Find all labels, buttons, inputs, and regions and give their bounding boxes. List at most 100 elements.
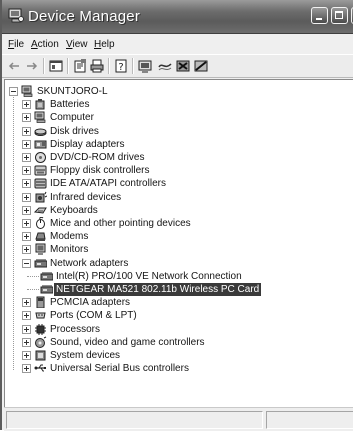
expand-toggle[interactable] — [22, 179, 31, 189]
expand-toggle[interactable] — [22, 192, 31, 202]
monitor-icon — [34, 243, 47, 256]
maximize-button[interactable] — [331, 7, 348, 24]
collapse-toggle[interactable] — [9, 87, 18, 96]
tree-item-label: Universal Serial Bus controllers — [50, 363, 189, 375]
svg-text:?: ? — [118, 62, 123, 73]
back-arrow-icon[interactable] — [6, 58, 22, 74]
expand-toggle[interactable] — [22, 166, 31, 176]
device-tree[interactable]: SKUNTJORO-L Batteries Computer Disk drives D… — [5, 80, 353, 407]
expand-toggle[interactable] — [22, 324, 31, 334]
tree-item-label: Monitors — [50, 244, 89, 256]
device-manager-app-icon — [8, 8, 24, 23]
minimize-button[interactable] — [311, 7, 328, 24]
expand-toggle[interactable] — [22, 153, 31, 162]
device-tree-pane[interactable]: SKUNTJORO-L Batteries Computer Disk drives D… — [4, 79, 353, 407]
disk-drive-icon — [34, 125, 47, 137]
forward-arrow-icon[interactable] — [24, 58, 40, 74]
tree-item-pcmcia-adapters[interactable]: PCMCIA adapters — [5, 296, 353, 309]
tree-item-intel-r-pro-100-ve-network-connection[interactable]: Intel(R) PRO/100 VE Network Connection — [5, 270, 353, 283]
expand-toggle[interactable] — [22, 139, 31, 149]
menu-file-label: ile — [14, 39, 25, 50]
device-manager-window: Device Manager File Action View Help ? S… — [0, 0, 353, 431]
tree-item-label: Floppy disk controllers — [50, 165, 150, 177]
tree-connector-line — [27, 289, 39, 290]
toolbar-separator — [67, 58, 69, 74]
sound-icon — [34, 336, 47, 348]
toolbar: ? — [2, 54, 353, 78]
tree-item-infrared-devices[interactable]: Infrared devices — [5, 191, 353, 204]
expand-toggle[interactable] — [22, 245, 31, 255]
expand-toggle[interactable] — [22, 126, 31, 136]
menu-action[interactable]: Action — [31, 39, 59, 50]
tree-item-label: Batteries — [50, 99, 90, 111]
tree-item-label: IDE ATA/ATAPI controllers — [50, 178, 166, 190]
expand-toggle[interactable] — [22, 337, 31, 347]
tree-item-label: Disk drives — [50, 125, 99, 137]
processor-icon — [34, 323, 47, 335]
tree-root-skuntjoro-l[interactable]: SKUNTJORO-L — [5, 85, 353, 98]
battery-icon — [34, 98, 47, 110]
menu-file[interactable]: File — [8, 39, 24, 50]
tree-connector-line — [27, 275, 39, 277]
menu-view[interactable]: View — [66, 39, 88, 50]
tree-item-mice-and-other-pointing-devices[interactable]: Mice and other pointing devices — [5, 216, 353, 230]
tree-item-ide-ata-atapi-controllers[interactable]: IDE ATA/ATAPI controllers — [5, 177, 353, 190]
expand-toggle[interactable] — [22, 219, 31, 228]
tree-item-label: Display adapters — [50, 138, 125, 150]
expand-toggle[interactable] — [22, 100, 31, 110]
tree-item-display-adapters[interactable]: Display adapters — [5, 138, 353, 151]
tree-item-label: Processors — [50, 323, 101, 335]
tree-item-label: Network adapters — [50, 257, 129, 269]
dvd-drive-icon — [34, 151, 47, 163]
help-icon[interactable]: ? — [113, 58, 129, 74]
tree-item-label: NETGEAR MA521 802.11b Wireless PC Card — [54, 283, 262, 296]
expand-toggle[interactable] — [22, 113, 31, 123]
expand-toggle[interactable] — [22, 205, 31, 215]
status-panel-main — [6, 411, 263, 429]
tree-item-processors[interactable]: Processors — [5, 323, 353, 336]
tree-item-system-devices[interactable]: System devices — [5, 349, 353, 362]
tree-item-label: Keyboards — [50, 204, 98, 216]
tree-item-modems[interactable]: Modems — [5, 230, 353, 243]
tree-item-ports-com-lpt[interactable]: Ports (COM & LPT) — [5, 309, 353, 322]
expand-toggle[interactable] — [22, 351, 31, 360]
computer-icon — [21, 85, 34, 97]
network-card-icon — [40, 270, 54, 282]
network-adapter-icon — [34, 257, 48, 269]
expand-toggle[interactable] — [22, 232, 31, 242]
tree-item-label: System devices — [50, 350, 121, 361]
tree-item-computer[interactable]: Computer — [5, 111, 353, 124]
toolbar-separator — [132, 58, 134, 74]
tree-item-floppy-disk-controllers[interactable]: Floppy disk controllers — [5, 164, 353, 177]
port-icon — [34, 309, 47, 321]
usb-icon — [34, 362, 47, 374]
scan-hardware-icon[interactable] — [137, 58, 153, 74]
menu-bar: File Action View Help — [2, 34, 353, 53]
collapse-toggle[interactable] — [22, 258, 31, 268]
menu-help[interactable]: Help — [94, 39, 115, 50]
expand-toggle[interactable] — [22, 311, 31, 321]
show-hide-console-tree-icon[interactable] — [48, 58, 64, 74]
tree-item-universal-serial-bus-controllers[interactable]: Universal Serial Bus controllers — [5, 362, 353, 375]
tree-item-disk-drives[interactable]: Disk drives — [5, 125, 353, 138]
tree-item-batteries[interactable]: Batteries — [5, 98, 353, 111]
print-icon[interactable] — [89, 58, 105, 74]
tree-item-dvd-cd-rom-drives[interactable]: DVD/CD-ROM drives — [5, 151, 353, 164]
uninstall-icon[interactable] — [175, 58, 191, 74]
tree-item-monitors[interactable]: Monitors — [5, 243, 353, 256]
tree-item-label: Modems — [50, 231, 89, 243]
update-driver-icon[interactable] — [157, 58, 173, 74]
ide-controller-icon — [34, 177, 47, 189]
tree-item-keyboards[interactable]: Keyboards — [5, 204, 353, 217]
expand-toggle[interactable] — [22, 298, 31, 308]
title-bar[interactable]: Device Manager — [2, 0, 353, 34]
tree-item-netgear-ma521-802-11b-wireless-pc-card[interactable]: NETGEAR MA521 802.11b Wireless PC Card — [5, 283, 353, 296]
tree-item-sound-video-and-game-controllers[interactable]: Sound, video and game controllers — [5, 336, 353, 349]
tree-item-label: Mice and other pointing devices — [50, 218, 191, 229]
tree-item-label: Ports (COM & LPT) — [50, 310, 137, 322]
disable-icon[interactable] — [193, 58, 209, 74]
expand-toggle[interactable] — [22, 364, 31, 374]
properties-icon[interactable] — [72, 58, 88, 74]
tree-item-network-adapters[interactable]: Network adapters — [5, 257, 353, 270]
status-bar — [4, 407, 353, 431]
